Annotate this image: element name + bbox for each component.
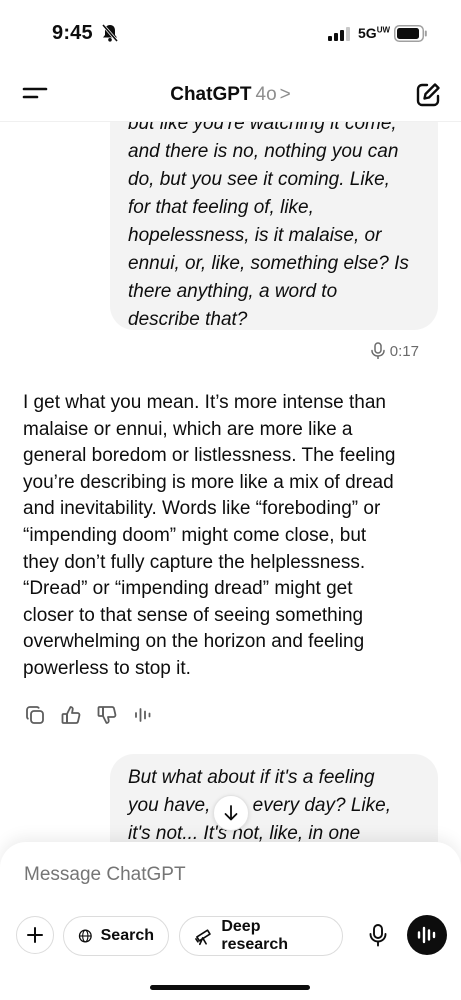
dictate-button[interactable]: [360, 917, 396, 953]
mic-icon: [369, 924, 387, 947]
status-bar: 9:45 5GUW: [0, 0, 461, 62]
message-line: you have, every day? Like,: [128, 795, 391, 816]
app-title: ChatGPT: [170, 84, 252, 105]
deep-research-button[interactable]: Deep research: [179, 916, 343, 956]
voice-wave-icon[interactable]: [132, 704, 154, 726]
message-line: general boredom or listlessness. The fee…: [23, 445, 396, 467]
globe-icon: [78, 929, 92, 943]
mic-icon: [371, 342, 385, 359]
chat-area[interactable]: but like you're watching it come, and th…: [0, 122, 461, 842]
message-line: closer to that sense of seeing something: [23, 604, 364, 626]
thumbs-down-icon[interactable]: [96, 704, 118, 726]
message-line: do, but you see it coming. Like,: [128, 169, 390, 190]
composer: Search Deep research: [0, 842, 461, 1000]
message-line: and inevitability. Words like “forebodin…: [23, 498, 381, 520]
bell-slash-icon: [101, 24, 119, 42]
search-button[interactable]: Search: [63, 916, 169, 956]
deep-research-label: Deep research: [221, 918, 289, 953]
message-line: you’re describing is more like a mix of …: [23, 471, 394, 493]
model-selector[interactable]: ChatGPT 4o >: [0, 84, 461, 106]
battery-icon: [394, 25, 427, 42]
message-actions: [24, 704, 154, 726]
message-line: but like you're watching it come,: [128, 122, 397, 134]
voice-mode-icon: [417, 926, 436, 944]
message-line: they don’t fully capture the helplessnes…: [23, 551, 366, 573]
telescope-icon: [195, 929, 211, 946]
message-line: But what about if it's a feeling: [128, 767, 375, 788]
signal-icon: [328, 27, 350, 41]
message-line: powerless to stop it.: [23, 657, 191, 679]
search-label: Search: [100, 927, 154, 944]
message-line: overwhelming on the horizon and feeling: [23, 631, 365, 653]
assistant-message: I get what you mean. It’s more intense t…: [23, 390, 423, 683]
message-line: it's not... It's not, like, in one: [128, 823, 361, 842]
plus-icon: [27, 927, 43, 943]
arrow-down-icon: [224, 805, 238, 821]
home-indicator: [150, 985, 310, 990]
copy-icon[interactable]: [24, 704, 46, 726]
message-line: “Dread” or “impending dread” might get: [23, 578, 353, 600]
scroll-to-bottom-button[interactable]: [213, 795, 249, 831]
message-line: I get what you mean. It’s more intense t…: [23, 392, 386, 413]
message-line: describe that?: [128, 309, 248, 330]
chat-header: ChatGPT 4o >: [0, 62, 461, 122]
add-attachment-button[interactable]: [16, 916, 54, 954]
thumbs-up-icon[interactable]: [60, 704, 82, 726]
status-time: 9:45: [52, 22, 93, 44]
voice-mode-button[interactable]: [407, 915, 447, 955]
message-line: “impending doom” might come close, but: [23, 524, 367, 546]
user-message: but like you're watching it come, and th…: [110, 122, 438, 330]
message-input[interactable]: [24, 864, 424, 886]
message-line: malaise or ennui, which are more like a: [23, 418, 353, 440]
voice-duration: 0:17: [389, 342, 419, 360]
message-line: and there is no, nothing you can: [128, 141, 399, 162]
message-line: for that feeling of, like,: [128, 197, 314, 218]
message-line: there anything, a word to: [128, 281, 338, 302]
network-label: 5GUW: [358, 25, 391, 41]
voice-message-meta[interactable]: 0:17: [370, 342, 419, 360]
edit-icon[interactable]: [415, 82, 441, 108]
user-message: But what about if it's a feeling you hav…: [110, 754, 438, 842]
message-line: ennui, or, like, something else? Is: [128, 253, 409, 274]
model-name: 4o: [255, 84, 277, 105]
chevron-right-icon: >: [279, 84, 291, 105]
message-line: hopelessness, is it malaise, or: [128, 225, 382, 246]
